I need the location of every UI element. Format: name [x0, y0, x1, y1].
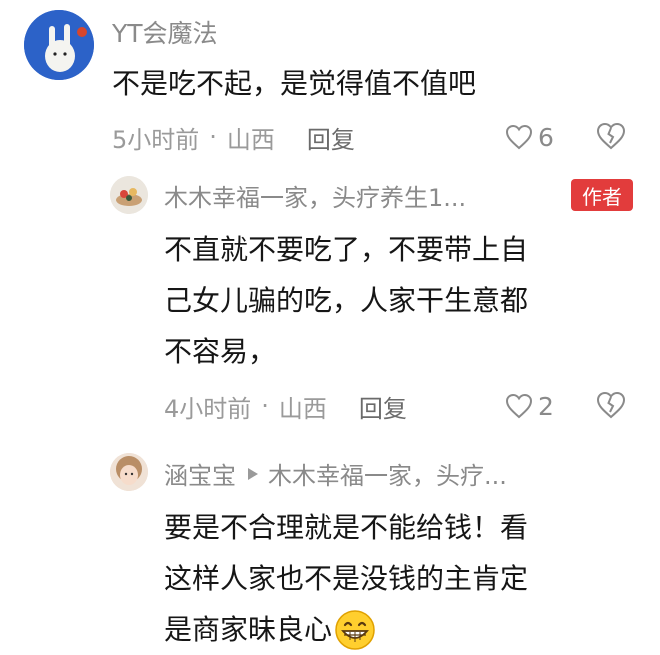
comment-text-last-row: 是商家昧良心: [164, 604, 528, 655]
comment-meta: 4小时前 · 山西 回复: [164, 388, 407, 424]
comment-text-line: 己女儿骗的吃，人家干生意都: [164, 284, 529, 317]
heart-icon: [505, 124, 533, 150]
comment-username[interactable]: YT会魔法: [112, 14, 218, 50]
author-badge: 作者: [571, 179, 633, 211]
comment-username[interactable]: 涵宝宝: [164, 456, 236, 491]
avatar[interactable]: [24, 10, 94, 80]
comment-meta: 5小时前 · 山西 回复: [112, 119, 355, 155]
like-count: 2: [538, 391, 554, 421]
reply-header: 涵宝宝 木木幸福一家，头疗...: [164, 456, 507, 491]
food-avatar-icon: [110, 176, 148, 214]
comment-time: 5小时前: [112, 125, 200, 154]
like-count: 6: [538, 122, 554, 152]
comment-text: 要是不合理就是不能给钱！看 这样人家也不是没钱的主肯定 是商家昧良心: [164, 502, 528, 655]
comment-text-line: 要是不合理就是不能给钱！看: [164, 511, 529, 544]
like-button[interactable]: 6: [505, 121, 554, 153]
dislike-button[interactable]: [596, 391, 626, 423]
reply-to-username[interactable]: 木木幸福一家，头疗...: [268, 456, 507, 491]
broken-heart-icon: [596, 391, 626, 419]
comment-time: 4小时前: [164, 394, 252, 423]
reply-button[interactable]: 回复: [359, 389, 407, 424]
comment-text-line: 不容易，: [164, 335, 277, 368]
comment-text-line: 这样人家也不是没钱的主肯定: [164, 562, 529, 595]
bunny-avatar-icon: [24, 10, 94, 80]
reply-button[interactable]: 回复: [307, 120, 355, 155]
meta-dot: ·: [261, 392, 269, 420]
comment-text: 不是吃不起，是觉得值不值吧: [112, 67, 477, 100]
triangle-right-icon: [248, 467, 258, 480]
grin-emoji-icon: [335, 609, 375, 650]
dislike-button[interactable]: [596, 122, 626, 154]
comment-username[interactable]: 木木幸福一家，头疗养生1...: [164, 178, 466, 213]
meta-dot: ·: [209, 123, 217, 151]
avatar[interactable]: [110, 176, 148, 214]
heart-icon: [505, 393, 533, 419]
avatar[interactable]: [110, 453, 148, 491]
comment-text-line: 不直就不要吃了，不要带上自: [164, 233, 529, 266]
broken-heart-icon: [596, 122, 626, 150]
comment-text-line: 是商家昧良心: [164, 613, 333, 646]
comment-location: 山西: [226, 125, 275, 154]
girl-avatar-icon: [110, 453, 148, 491]
comment-text: 不直就不要吃了，不要带上自 己女儿骗的吃，人家干生意都 不容易，: [164, 224, 528, 377]
like-button[interactable]: 2: [505, 390, 554, 422]
comment-location: 山西: [278, 394, 327, 423]
